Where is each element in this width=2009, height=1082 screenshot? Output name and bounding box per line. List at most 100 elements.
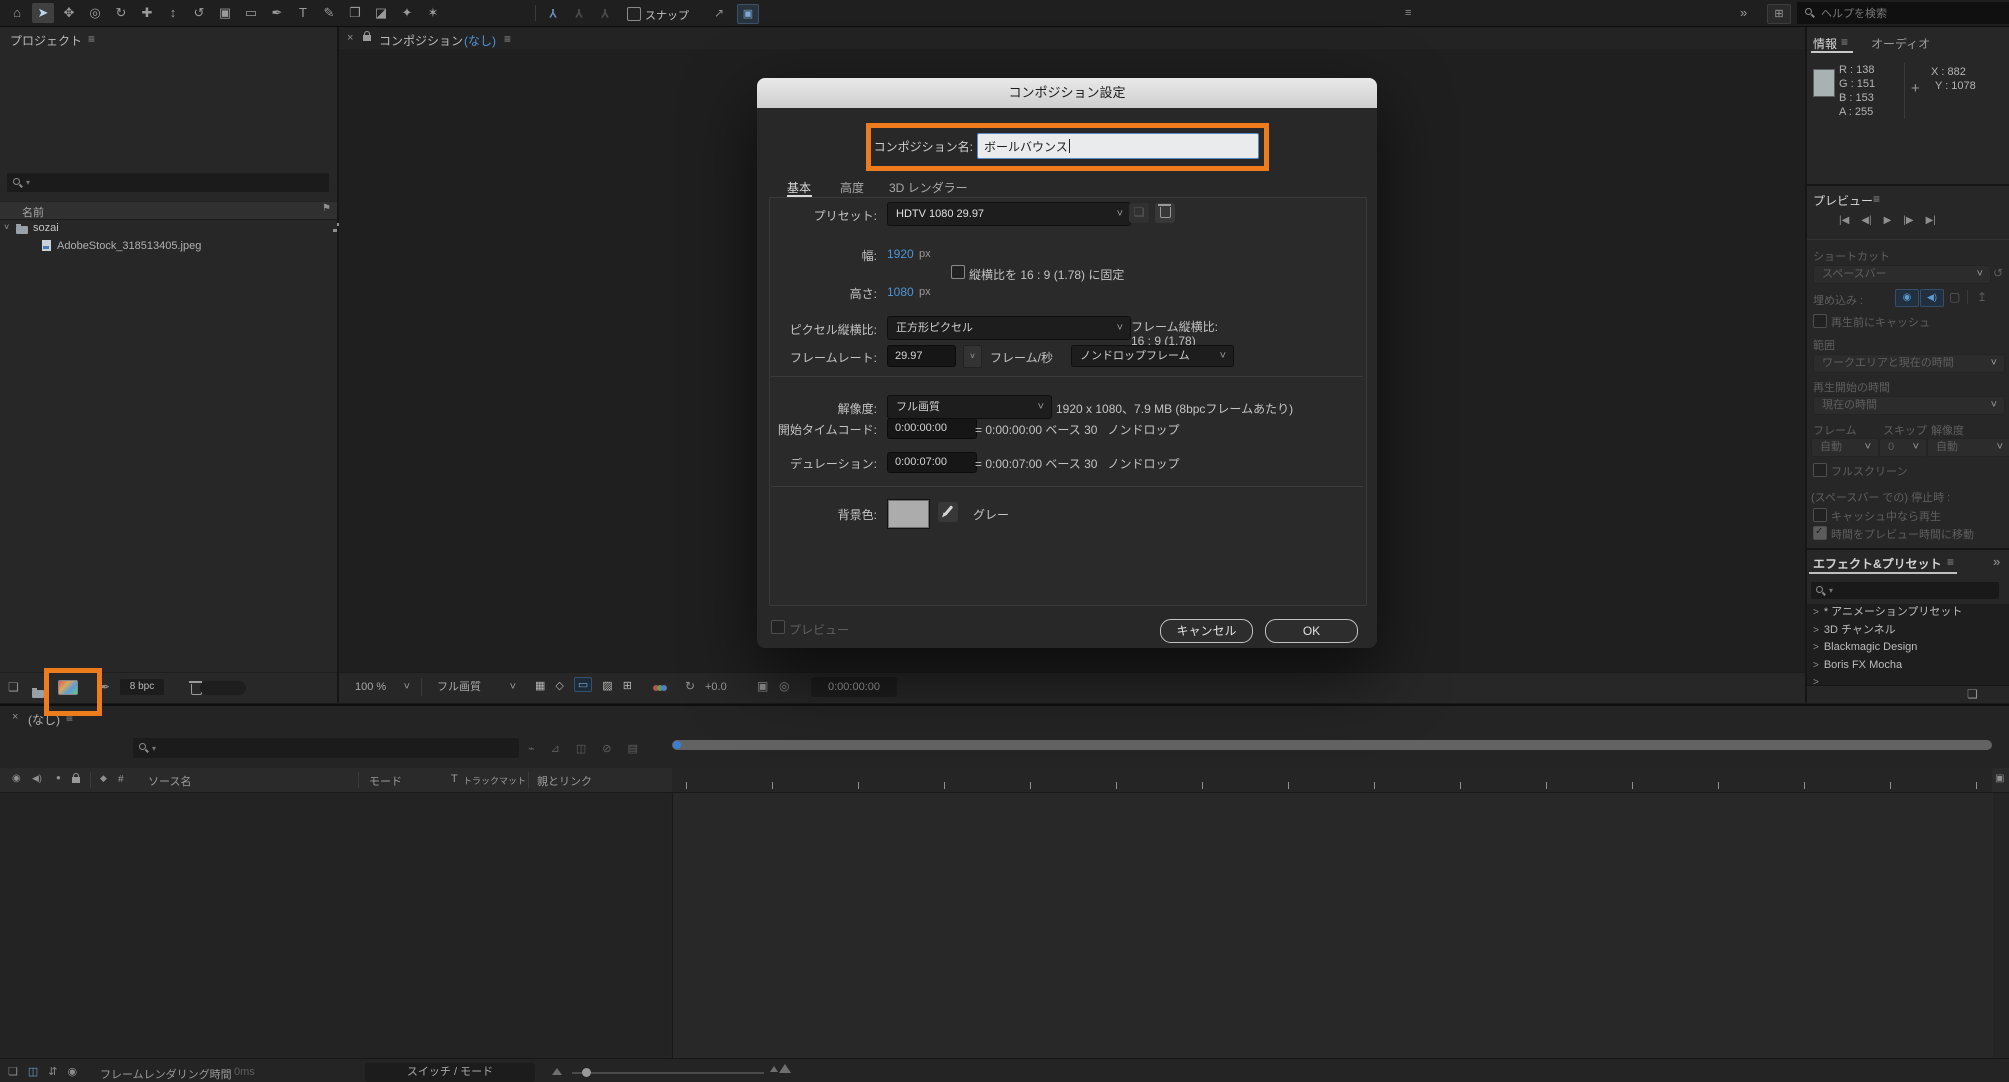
effects-category-row[interactable]: >Boris FX Mocha [1807,657,2009,674]
new-folder-icon[interactable] [32,690,44,698]
trkmat-column-header[interactable]: トラックマット [463,774,526,787]
index-column-header[interactable]: # [118,774,124,785]
camera-tool-icon[interactable]: ▣ [214,3,236,23]
view-axis-icon[interactable]: Y [601,6,609,20]
channel-icon[interactable] [655,682,667,694]
dialog-title-bar[interactable]: コンポジション設定 [757,78,1377,108]
effects-category-row[interactable]: >* アニメーションプリセット [1807,604,2009,621]
tab-audio[interactable]: オーディオ [1871,35,1930,52]
project-panel-menu-icon[interactable]: ≡ [88,33,95,45]
search-options-chevron[interactable]: ▾ [152,744,156,753]
comp-marker-icon[interactable]: ▣ [1995,774,2004,784]
zoom-slider-handle[interactable] [582,1068,591,1077]
dropframe-dropdown[interactable]: ノンドロップフレーム [1071,345,1234,367]
world-axis-icon[interactable]: Y [575,6,583,20]
puppet-pin-tool-icon[interactable]: ✶ [422,3,444,23]
duration-input[interactable]: 0:00:07:00 [887,452,977,473]
tab-advanced[interactable]: 高度 [840,179,864,196]
project-list-header[interactable]: 名前 ⚑ [0,201,337,220]
reset-exposure-icon[interactable]: ↻ [685,680,695,692]
transport-button[interactable]: |▶ [1903,215,1913,226]
eyedropper-icon[interactable] [938,502,958,522]
video-eye-icon[interactable]: ◉ [12,774,21,784]
shy-layers-icon[interactable]: ◫ [576,742,586,755]
project-row-folder[interactable]: ˅ sozai [0,220,337,237]
region-of-interest-icon[interactable]: ▭ [574,677,592,692]
transport-button[interactable]: |◀ [1839,215,1849,226]
resolution-dropdown[interactable]: フル画質 [887,395,1052,419]
resolution-dropdown[interactable]: フル画質 [429,677,523,697]
move-time-checkbox[interactable] [1813,526,1827,540]
zoom-tool-icon[interactable]: ◎ [84,3,106,23]
home-icon[interactable]: ⌂ [6,3,28,23]
file-name[interactable]: AdobeStock_318513405.jpeg [57,240,201,252]
brush-tool-icon[interactable]: ✎ [318,3,340,23]
clone-stamp-tool-icon[interactable]: ❐ [344,3,366,23]
snap-angle-icon[interactable]: ↗ [714,7,724,19]
t-column-header[interactable]: T [451,773,458,785]
transport-button[interactable]: ▶ [1884,215,1892,226]
pixel-aspect-correction-icon[interactable]: ⊞ [623,679,632,692]
fullscreen-checkbox[interactable] [1813,463,1827,477]
tab-3d-renderer[interactable]: 3D レンダラー [889,179,968,196]
parent-column-header[interactable]: 親とリンク [537,773,592,789]
rotation-tool-icon[interactable]: ↺ [188,3,210,23]
workspace-overflow-icon[interactable]: » [1740,5,1747,20]
ok-button[interactable]: OK [1265,619,1358,643]
zoom-out-mountain-icon[interactable] [552,1068,562,1075]
current-time-display[interactable]: 0:00:00:00 [811,677,897,697]
layer-list-area[interactable] [0,793,671,1058]
workspace-menu-icon[interactable]: ≡ [1405,7,1411,19]
delete-preset-icon[interactable] [1155,203,1175,223]
mask-visibility-icon[interactable]: ◇ [555,679,563,692]
background-color-swatch[interactable] [887,499,930,529]
info-menu-icon[interactable]: ≡ [1841,36,1848,48]
frame-rate-dropdown[interactable]: 自動 [1811,438,1879,457]
include-audio-speaker-icon[interactable]: ◀) [1920,289,1944,307]
bookmark-icon[interactable]: ⚑ [322,204,331,214]
frame-blending-icon[interactable]: ⊘ [602,742,611,755]
page-stack-icon[interactable]: ❏ [8,1065,18,1078]
frame-blend-toggle-icon[interactable]: ◫ [28,1065,38,1078]
exposure-value[interactable]: +0.0 [705,681,727,693]
cancel-button[interactable]: キャンセル [1160,619,1253,643]
hand-tool-icon[interactable]: ✥ [58,3,80,23]
play-while-caching-checkbox[interactable] [1813,508,1827,522]
mode-column-header[interactable]: モード [369,773,402,789]
project-search-input[interactable]: ▾ [7,173,329,192]
tab-basic[interactable]: 基本 [787,179,811,196]
transport-button[interactable]: ◀| [1861,215,1871,226]
lock-icon[interactable] [72,777,80,783]
chevron-right-icon[interactable]: > [1813,642,1819,653]
chevron-down-icon[interactable]: ˅ [4,222,9,232]
frame-rate-chevron[interactable]: ˅ [963,345,982,368]
panel-settings-icon[interactable]: ⊞ [1767,4,1791,24]
roto-brush-tool-icon[interactable]: ✦ [396,3,418,23]
transport-button[interactable]: ▶| [1926,215,1936,226]
source-column-header[interactable]: ソース名 [148,773,191,789]
frame-rate-input[interactable]: 29.97 [887,345,956,367]
shortcut-dropdown[interactable]: スペースバー [1813,265,1991,284]
bit-depth-button[interactable]: 8 bpc [120,679,164,695]
orbit-camera-tool-icon[interactable]: ↻ [110,3,132,23]
save-preset-icon[interactable]: ❏ [1129,203,1149,223]
transparency-grid-icon[interactable]: ▨ [602,679,612,692]
lock-aspect-checkbox[interactable] [951,265,965,279]
help-search-input[interactable]: ヘルプを検索 [1797,2,2009,24]
include-overlays-frame-icon[interactable]: ▢ [1949,291,1960,303]
skip-dropdown[interactable]: 0 [1879,438,1927,457]
play-from-dropdown[interactable]: 現在の時間 [1813,396,2005,415]
composition-flowchart-icon[interactable]: ⌁ [528,742,535,755]
eraser-tool-icon[interactable]: ◪ [370,3,392,23]
type-tool-icon[interactable]: T [292,3,314,23]
effects-category-row-clipped[interactable]: > [1807,674,2009,685]
snapshot-camera-icon[interactable]: ▣ [757,680,768,692]
snap-checkbox[interactable] [627,7,641,21]
search-options-chevron[interactable]: ▾ [26,178,30,187]
name-column-header[interactable]: 名前 [22,204,44,220]
motion-blur-icon[interactable]: ▤ [627,742,637,755]
preview-panel-title[interactable]: プレビュー [1813,192,1873,209]
persona-icon[interactable]: ◉ [68,1065,78,1078]
close-icon[interactable]: × [347,33,353,44]
height-value[interactable]: 1080 [887,285,914,299]
